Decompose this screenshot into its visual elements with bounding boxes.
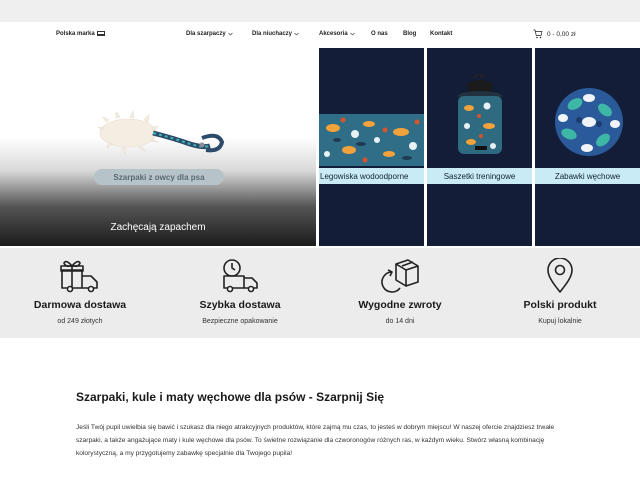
feature-title: Darmowa dostawa — [33, 299, 127, 311]
nav-item-dla-niuchaczy[interactable]: Dla niuchaczy — [252, 31, 319, 37]
feature-subtitle: Kupuj lokalnie — [538, 318, 582, 325]
feature-title: Wygodne zwroty — [358, 299, 442, 311]
site-header: Polska marka Dla szarpaczy Dla niuchaczy… — [0, 22, 640, 48]
features-band: Darmowa dostawa od 249 złotych Szybka do… — [0, 248, 640, 338]
feature-title: Polski produkt — [523, 299, 597, 311]
hero-caption: Zachęcają zapachem — [110, 222, 206, 233]
tile-label: Zabawki węchowe — [535, 168, 640, 184]
cart-total: 0 - 0,00 zł — [547, 30, 576, 38]
feature-easy-returns: Wygodne zwroty do 14 dni — [320, 248, 480, 338]
feature-subtitle: do 14 dni — [385, 318, 415, 325]
logo-text: Polska marka — [56, 31, 95, 38]
feature-fast-delivery: Szybka dostawa Bezpieczne opakowanie — [160, 248, 320, 338]
chevron-down-icon — [349, 32, 355, 36]
nav-item-label: Akcesoria — [319, 31, 348, 37]
nav-item-label: Blog — [403, 31, 417, 37]
cart-icon — [533, 29, 543, 39]
category-tile-legowiska[interactable]: Legowiska wodoodporne — [319, 48, 424, 246]
category-tile-zabawki[interactable]: Zabawki węchowe — [535, 48, 640, 246]
nav-item-blog[interactable]: Blog — [403, 31, 430, 37]
feature-polish-product: Polski produkt Kupuj lokalnie — [480, 248, 640, 338]
nav-item-akcesoria[interactable]: Akcesoria — [319, 31, 371, 37]
gift-truck-icon — [60, 260, 98, 293]
dog-bed-image — [319, 114, 424, 166]
feature-free-shipping: Darmowa dostawa od 249 złotych — [0, 248, 160, 338]
feature-subtitle: Bezpieczne opakowanie — [202, 318, 278, 325]
feature-subtitle: od 249 złotych — [57, 318, 103, 325]
location-pin-icon — [547, 258, 573, 293]
intro-paragraph: Jeśli Twój pupil uwielbia się bawić i sz… — [76, 424, 555, 457]
nav-item-label: Dla szarpaczy — [186, 31, 226, 37]
nav-item-label: Kontakt — [430, 31, 453, 37]
tile-label: Saszetki treningowe — [427, 168, 532, 184]
nav-item-dla-szarpaczy[interactable]: Dla szarpaczy — [186, 31, 252, 37]
feature-title: Szybka dostawa — [199, 299, 281, 311]
hero-category-pill[interactable]: Szarpaki z owcy dla psa — [94, 169, 224, 185]
sheepskin-tug-toy-image — [98, 110, 225, 155]
chevron-down-icon — [227, 32, 233, 36]
hero-banner[interactable]: Szarpaki z owcy dla psa Zachęcają zapach… — [0, 48, 316, 246]
nav-item-kontakt[interactable]: Kontakt — [430, 31, 470, 37]
page-title: Szarpaki, kule i maty węchowe dla psów -… — [76, 390, 385, 404]
nav-item-label: O nas — [371, 31, 388, 37]
logo[interactable]: Polska marka — [56, 31, 105, 37]
treat-pouch-image — [458, 74, 502, 154]
nav-item-o-nas[interactable]: O nas — [371, 31, 403, 37]
polish-flag-icon — [96, 31, 105, 36]
fast-truck-icon — [223, 259, 258, 293]
cart-button[interactable]: 0 - 0,00 zł — [533, 29, 576, 39]
chevron-down-icon — [294, 32, 299, 36]
nav-item-label: Dla niuchaczy — [252, 31, 293, 37]
category-tile-saszetki[interactable]: Saszetki treningowe — [427, 48, 532, 246]
return-box-icon — [381, 259, 419, 293]
top-bar — [0, 0, 640, 22]
snuffle-ball-image — [555, 88, 623, 156]
main-nav: Dla szarpaczy Dla niuchaczy Akcesoria O … — [186, 31, 470, 37]
tile-label: Legowiska wodoodporne — [319, 168, 424, 184]
